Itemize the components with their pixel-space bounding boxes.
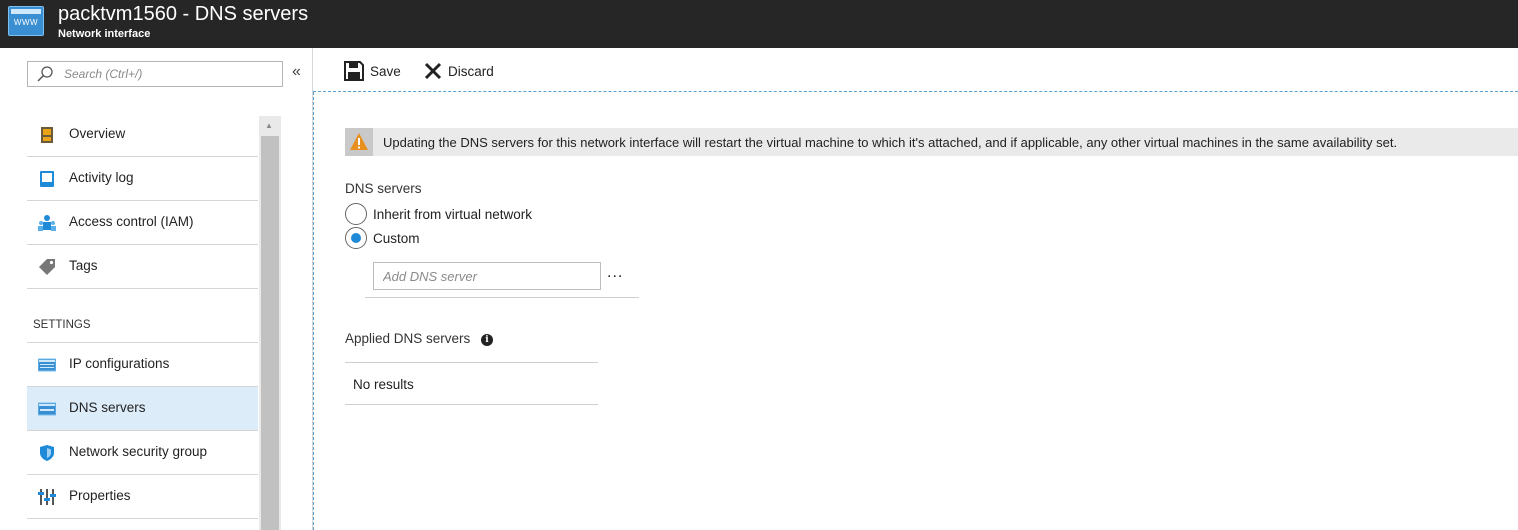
- divider: [345, 362, 598, 363]
- discard-button[interactable]: Discard: [424, 60, 494, 82]
- iam-icon: [38, 215, 56, 231]
- warning-banner: Updating the DNS servers for this networ…: [345, 128, 1518, 156]
- menu-item-label: Properties: [69, 488, 131, 503]
- menu-item-label: Activity log: [69, 170, 134, 185]
- title-bar: WWW packtvm1560 - DNS servers Network in…: [0, 0, 1518, 48]
- page-title: packtvm1560 - DNS servers: [58, 3, 309, 25]
- search-input[interactable]: [64, 65, 274, 83]
- activity-log-icon: [40, 171, 54, 187]
- radio-custom-circle[interactable]: [345, 227, 367, 249]
- save-button[interactable]: Save: [344, 60, 401, 82]
- shield-icon: [40, 445, 54, 461]
- tag-icon: [39, 259, 55, 275]
- info-icon[interactable]: i: [481, 334, 493, 346]
- save-label: Save: [370, 63, 401, 79]
- radio-custom-label: Custom: [373, 230, 420, 246]
- dns-server-row: ...: [365, 256, 639, 298]
- menu-item-tags[interactable]: Tags: [27, 245, 258, 289]
- menu-item-label: Network security group: [69, 444, 208, 459]
- menu-item-network-security-group[interactable]: Network security group: [27, 431, 258, 475]
- menu-item-label: Access control (IAM): [69, 214, 194, 229]
- section-header-label: SETTINGS: [33, 319, 91, 331]
- scroll-up-arrow-icon[interactable]: ▲: [265, 121, 273, 130]
- radio-inherit-circle[interactable]: [345, 203, 367, 225]
- logo-text: WWW: [13, 18, 39, 27]
- no-results-text: No results: [353, 377, 414, 392]
- menu-scrollbar[interactable]: ▲: [259, 116, 281, 530]
- menu-list: Overview Activity log Access control (IA…: [27, 113, 258, 519]
- add-dns-server-input[interactable]: [373, 262, 601, 290]
- warning-icon-box: [345, 128, 373, 156]
- menu-item-label: IP configurations: [69, 356, 170, 371]
- radio-custom[interactable]: Custom: [345, 227, 420, 249]
- menu-item-label: Overview: [69, 126, 126, 141]
- divider: [345, 404, 598, 405]
- overview-icon: [41, 127, 53, 143]
- discard-label: Discard: [448, 63, 494, 79]
- menu-item-overview[interactable]: Overview: [27, 113, 258, 157]
- dns-servers-label: DNS servers: [345, 181, 422, 196]
- more-options-button[interactable]: ...: [607, 264, 623, 282]
- save-icon: [344, 61, 364, 81]
- menu-item-ip-configurations[interactable]: IP configurations: [27, 343, 258, 387]
- page-subtitle: Network interface: [58, 28, 151, 40]
- radio-inherit[interactable]: Inherit from virtual network: [345, 203, 532, 225]
- menu-item-label: DNS servers: [69, 400, 146, 415]
- menu-item-dns-servers[interactable]: DNS servers: [27, 387, 258, 431]
- warning-text: Updating the DNS servers for this networ…: [383, 135, 1398, 150]
- network-interface-icon: WWW: [8, 6, 44, 36]
- content-divider: [313, 92, 314, 530]
- close-icon: [424, 62, 442, 80]
- dns-icon: [38, 402, 56, 416]
- main-blade: Save Discard Updating the DNS servers fo…: [313, 48, 1518, 530]
- menu-item-activity-log[interactable]: Activity log: [27, 157, 258, 201]
- applied-dns-servers-label: Applied DNS servers: [345, 331, 471, 346]
- command-bar: Save Discard: [313, 48, 1518, 92]
- search-box[interactable]: [27, 61, 283, 87]
- warning-icon: [350, 133, 368, 150]
- resource-menu: « Overview Activity log: [0, 48, 313, 530]
- menu-item-access-control[interactable]: Access control (IAM): [27, 201, 258, 245]
- ip-config-icon: [38, 358, 56, 372]
- menu-item-properties[interactable]: Properties: [27, 475, 258, 519]
- collapse-menu-button[interactable]: «: [292, 63, 301, 81]
- section-header-settings: SETTINGS: [27, 289, 258, 343]
- radio-inherit-label: Inherit from virtual network: [373, 206, 533, 222]
- scrollbar-thumb[interactable]: [261, 136, 279, 530]
- search-icon: [37, 66, 53, 82]
- properties-icon: [38, 489, 56, 505]
- menu-item-label: Tags: [69, 258, 98, 273]
